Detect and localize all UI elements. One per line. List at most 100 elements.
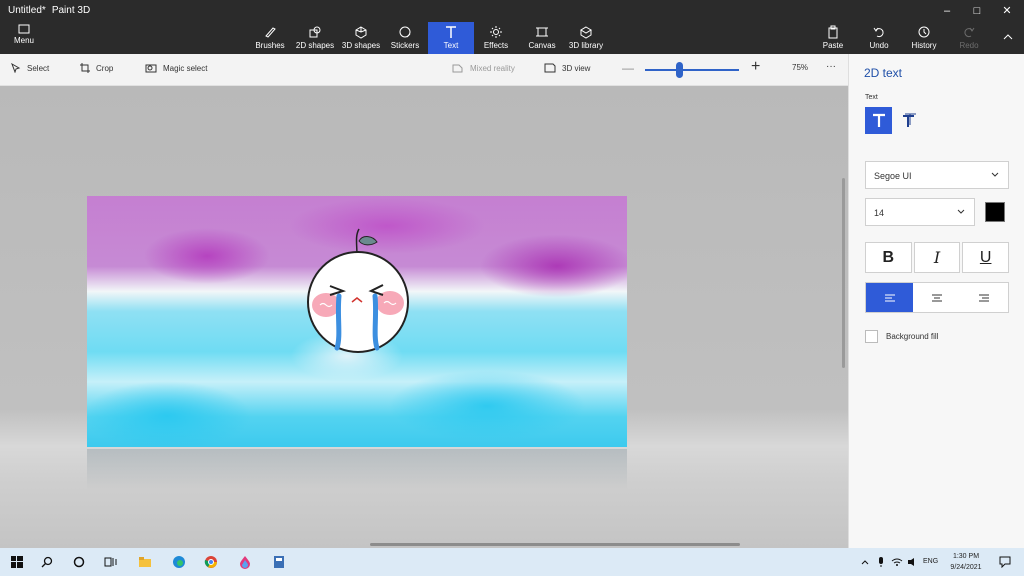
3d-view-toggle[interactable]: 3D view — [544, 63, 590, 73]
undo-icon — [873, 27, 884, 38]
brush-icon — [265, 27, 276, 38]
ribbon-label: History — [911, 41, 937, 50]
close-button[interactable]: ✕ — [992, 2, 1022, 20]
background-fill-option[interactable]: Background fill — [865, 330, 938, 343]
zoom-out-button[interactable]: — — [622, 61, 634, 75]
crop-icon — [80, 63, 90, 73]
ribbon-3d-library[interactable]: 3D library — [566, 22, 606, 54]
zoom-slider[interactable] — [645, 69, 739, 71]
library-icon — [580, 26, 592, 39]
drawing-canvas[interactable] — [87, 196, 627, 447]
zoom-level[interactable]: 75% — [792, 63, 808, 72]
shapes-2d-icon — [309, 26, 321, 38]
paint-3d-icon[interactable] — [236, 553, 254, 571]
mixed-reality-button[interactable]: Mixed reality — [452, 63, 515, 73]
chevron-up-icon — [1003, 34, 1013, 40]
2d-text-tool[interactable] — [865, 107, 892, 134]
select-tool[interactable]: Select — [11, 63, 49, 73]
menu-label: Menu — [13, 36, 34, 45]
title-bar: Untitled* Paint 3D – □ ✕ Menu Brushes 2D … — [0, 0, 1024, 54]
speaker-icon[interactable] — [904, 553, 922, 571]
ribbon-label: Effects — [483, 41, 509, 50]
cursor-icon — [11, 63, 21, 73]
search-icon[interactable] — [38, 553, 56, 571]
cortana-icon[interactable] — [70, 553, 88, 571]
chrome-browser-icon[interactable] — [202, 553, 220, 571]
effects-sun-icon — [490, 26, 502, 38]
ribbon-2d-shapes[interactable]: 2D shapes — [294, 22, 336, 54]
3d-text-tool[interactable] — [895, 107, 922, 134]
text-t-icon — [872, 113, 885, 127]
ribbon-label: Stickers — [390, 41, 420, 50]
history-button[interactable]: History — [906, 22, 942, 54]
magic-select-tool[interactable]: Magic select — [145, 63, 207, 73]
vertical-scrollbar[interactable] — [842, 178, 845, 368]
windows-start-icon[interactable] — [8, 553, 26, 571]
cube-icon — [355, 26, 367, 39]
italic-button[interactable]: I — [913, 242, 961, 273]
toolbar: Select Crop Magic select Mixed reality 3… — [0, 54, 848, 86]
file-explorer-icon[interactable] — [136, 553, 154, 571]
3d-view-icon — [544, 63, 556, 73]
ribbon-label: Paste — [822, 41, 844, 50]
redo-button[interactable]: Redo — [954, 22, 984, 54]
taskbar: ENG 1:30 PM 9/24/2021 — [0, 548, 1024, 576]
task-view-icon[interactable] — [102, 553, 120, 571]
ribbon-label: 2D shapes — [295, 41, 335, 50]
window-title: Untitled* Paint 3D — [8, 5, 90, 16]
undo-button[interactable]: Undo — [864, 22, 894, 54]
ribbon-text[interactable]: Text — [428, 22, 474, 54]
minimize-button[interactable]: – — [932, 2, 962, 20]
collapse-ribbon-button[interactable] — [996, 22, 1020, 54]
underline-button[interactable]: U — [962, 242, 1010, 273]
magic-select-icon — [145, 64, 157, 73]
language-indicator[interactable]: ENG — [923, 558, 938, 565]
align-right-button[interactable] — [961, 283, 1008, 312]
ribbon-stickers[interactable]: Stickers — [386, 22, 424, 54]
workspace[interactable] — [0, 86, 848, 548]
paste-button[interactable]: Paste — [818, 22, 848, 54]
font-family-select[interactable]: Segoe UI — [865, 161, 1009, 189]
chevron-down-icon — [991, 172, 999, 177]
crop-tool[interactable]: Crop — [80, 63, 113, 73]
clock-date: 9/24/2021 — [950, 564, 982, 571]
folder-icon — [18, 24, 30, 34]
align-center-icon — [931, 294, 942, 301]
ribbon-effects[interactable]: Effects — [480, 22, 512, 54]
zoom-in-button[interactable]: + — [751, 58, 760, 76]
text-color-swatch[interactable] — [985, 202, 1005, 222]
edge-browser-icon[interactable] — [170, 553, 188, 571]
ribbon-label: 3D shapes — [341, 41, 381, 50]
ribbon-3d-shapes[interactable]: 3D shapes — [340, 22, 382, 54]
chevron-down-icon — [957, 209, 965, 214]
ribbon-canvas[interactable]: Canvas — [526, 22, 558, 54]
ribbon-brushes[interactable]: Brushes — [252, 22, 288, 54]
background-fill-checkbox[interactable] — [865, 330, 878, 343]
ribbon-label: Redo — [959, 41, 979, 50]
align-left-button[interactable] — [866, 283, 914, 312]
canvas-icon — [536, 27, 548, 37]
history-icon — [918, 26, 930, 38]
maximize-button[interactable]: □ — [962, 2, 992, 20]
align-center-button[interactable] — [913, 283, 960, 312]
3d-view-label: 3D view — [562, 63, 591, 73]
clock-time: 1:30 PM — [952, 553, 980, 560]
calculator-icon[interactable] — [270, 553, 288, 571]
ribbon-label: Canvas — [528, 41, 556, 50]
mixed-reality-icon — [452, 64, 463, 73]
ribbon-label: Brushes — [255, 41, 285, 50]
menu-button[interactable]: Menu — [6, 24, 42, 52]
bold-button[interactable]: B — [865, 242, 912, 273]
panel-title: 2D text — [864, 66, 903, 80]
more-options-button[interactable]: ··· — [826, 61, 836, 72]
font-size-select[interactable]: 14 — [865, 198, 975, 226]
text-section-label: Text — [865, 94, 878, 101]
crop-label: Crop — [96, 63, 114, 73]
system-clock[interactable]: 1:30 PM 9/24/2021 — [944, 551, 988, 573]
notifications-icon[interactable] — [996, 553, 1014, 571]
horizontal-scrollbar[interactable] — [370, 543, 740, 546]
sticker-icon — [399, 26, 411, 38]
zoom-slider-thumb[interactable] — [676, 62, 683, 78]
side-panel: 2D text Text Segoe UI 14 B I U Backgroun… — [848, 54, 1024, 548]
app-name: Paint 3D — [51, 5, 91, 16]
